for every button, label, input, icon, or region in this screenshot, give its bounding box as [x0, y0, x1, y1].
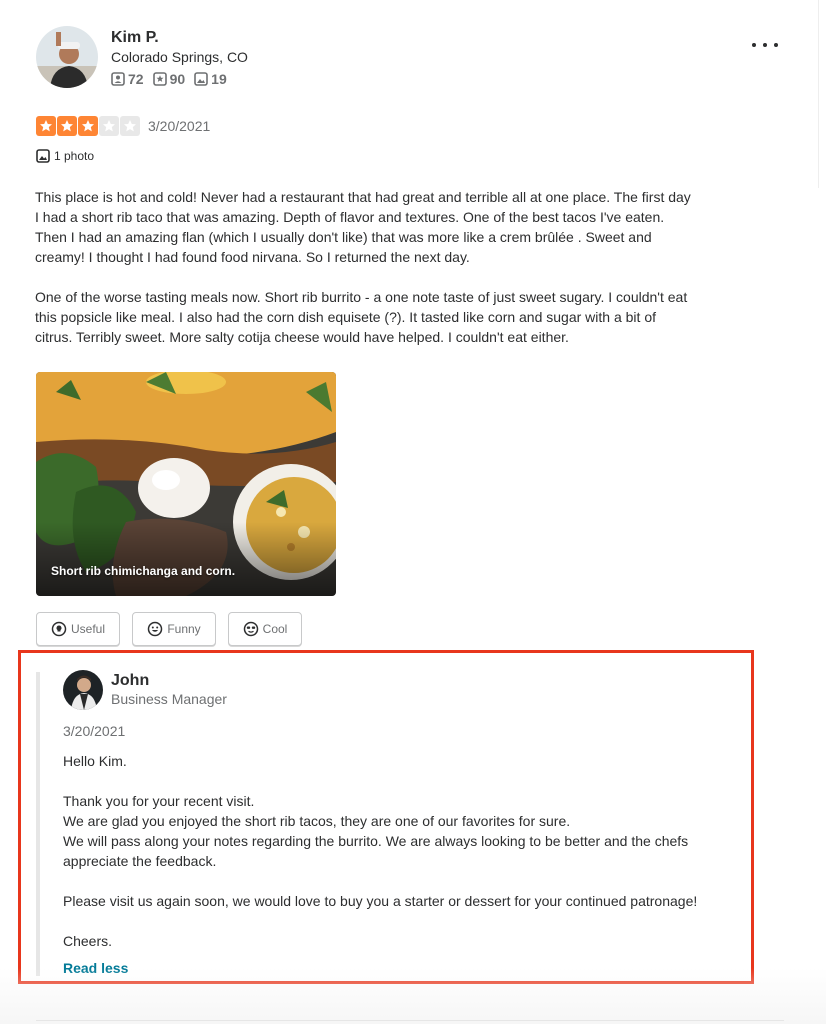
- owner-reply-paragraph: Cheers.: [63, 933, 113, 949]
- useful-button[interactable]: Useful: [36, 612, 120, 646]
- reviewer-location: Colorado Springs, CO: [111, 49, 248, 65]
- reaction-buttons: Useful Funny Cool: [36, 612, 314, 646]
- review-paragraph: One of the worse tasting meals now. Shor…: [35, 289, 688, 345]
- photo-count-link[interactable]: 1 photo: [36, 149, 94, 163]
- cool-label: Cool: [262, 622, 288, 636]
- more-dot: [774, 43, 778, 47]
- star-rating: [36, 116, 141, 136]
- photo-icon: [36, 149, 50, 163]
- reviewer-avatar[interactable]: [36, 26, 98, 88]
- reviewer-header: Kim P. Colorado Springs, CO 72 90 19: [36, 26, 248, 88]
- scroll-edge: [818, 0, 826, 188]
- sunglasses-icon: [243, 621, 258, 637]
- star-filled-icon: [78, 116, 98, 136]
- lightbulb-icon: [51, 621, 67, 637]
- funny-label: Funny: [167, 622, 201, 636]
- smile-icon: [148, 621, 163, 637]
- star-outline-icon: [152, 72, 167, 86]
- useful-label: Useful: [70, 622, 105, 636]
- review-photo[interactable]: Short rib chimichanga and corn.: [36, 372, 336, 596]
- review-date: 3/20/2021: [148, 118, 211, 134]
- reviews-count: 90: [169, 71, 186, 87]
- star-filled-icon: [36, 116, 56, 136]
- owner-name: John: [111, 672, 150, 689]
- star-empty-icon: [99, 116, 119, 136]
- review-text: This place is hot and cold! Never had a …: [35, 187, 695, 367]
- owner-reply-paragraph: Please visit us again soon, we would lov…: [63, 893, 698, 909]
- owner-reply-text: Hello Kim. Thank you for your recent vis…: [63, 751, 743, 971]
- bottom-fade: [0, 968, 826, 1024]
- cool-button[interactable]: Cool: [228, 612, 302, 646]
- reviewer-name[interactable]: Kim P.: [111, 28, 248, 47]
- rating-row: 3/20/2021: [36, 116, 210, 136]
- owner-reply-paragraph: Thank you for your recent visit. We are …: [63, 793, 689, 869]
- more-dot: [752, 43, 756, 47]
- friends-stat: 72: [111, 71, 144, 87]
- owner-reply-date: 3/20/2021: [63, 723, 126, 739]
- photos-stat: 19: [194, 71, 227, 87]
- friends-icon: [111, 72, 125, 86]
- more-options-button[interactable]: [752, 36, 778, 54]
- reviewer-stats: 72 90 19: [111, 71, 248, 87]
- more-dot: [763, 43, 767, 47]
- owner-avatar[interactable]: [63, 670, 103, 710]
- funny-button[interactable]: Funny: [132, 612, 216, 646]
- photo-icon: [194, 72, 208, 86]
- reviews-stat: 90: [152, 71, 186, 87]
- star-empty-icon: [120, 116, 140, 136]
- photo-caption: Short rib chimichanga and corn.: [51, 564, 236, 578]
- owner-header: John Business Manager: [63, 670, 227, 710]
- photos-count: 19: [211, 71, 227, 87]
- owner-title: Business Manager: [111, 691, 227, 707]
- friends-count: 72: [128, 71, 144, 87]
- review-paragraph: This place is hot and cold! Never had a …: [35, 189, 691, 265]
- owner-reply: John Business Manager 3/20/2021 Hello Ki…: [36, 670, 736, 976]
- star-filled-icon: [57, 116, 77, 136]
- owner-reply-paragraph: Hello Kim.: [63, 753, 127, 769]
- bottom-divider: [36, 1020, 784, 1021]
- photo-count-label: 1 photo: [54, 149, 95, 163]
